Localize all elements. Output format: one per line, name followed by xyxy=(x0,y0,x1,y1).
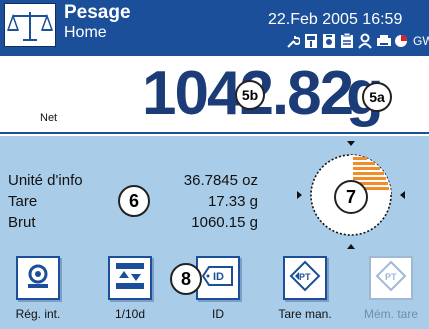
title-bar: Pesage Home 22.Feb 2005 16:59 GWP xyxy=(0,0,429,56)
tare-memory-icon: PT xyxy=(375,260,407,297)
status-bar: GWP xyxy=(286,32,429,49)
info-label-gross: Brut xyxy=(8,214,36,231)
user-profile-name[interactable]: Home xyxy=(64,23,107,43)
date-time: 22.Feb 2005 16:59 xyxy=(268,11,403,28)
resolution-button[interactable] xyxy=(108,256,152,300)
info-label-tare: Tare xyxy=(8,193,38,210)
id-tag-icon: ID xyxy=(201,264,235,293)
callout-5b: 5b xyxy=(235,80,265,110)
info-value-tare: 17.33 g xyxy=(207,193,258,210)
id-label: ID xyxy=(212,307,224,321)
internal-adjust-icon xyxy=(23,261,53,296)
callout-6: 6 xyxy=(118,185,150,217)
svg-text:PT: PT xyxy=(299,272,311,282)
callout-7: 7 xyxy=(334,180,368,214)
user-icon xyxy=(358,33,372,49)
tare-memory-button[interactable]: PT xyxy=(369,256,413,300)
level-icon xyxy=(304,33,318,49)
resolution-icon xyxy=(114,261,146,296)
preset-tare-label: Tare man. xyxy=(278,307,332,321)
internal-adjust-button[interactable] xyxy=(16,256,60,300)
callout-5a: 5a xyxy=(362,82,392,112)
callout-8: 8 xyxy=(170,263,202,295)
preset-tare-icon: PT xyxy=(289,260,321,297)
resolution-label: 1/10d xyxy=(114,307,146,321)
wrench-icon xyxy=(286,33,301,49)
calibration-icon xyxy=(322,33,336,49)
clipboard-icon xyxy=(340,32,354,49)
internal-adjust-label: Rég. int. xyxy=(15,307,61,321)
tare-memory-label: Mém. tare xyxy=(363,307,418,321)
softkey-bar: Rég. int. 1/10d ID ID PT Tare man. PT Mé… xyxy=(0,256,429,329)
id-button[interactable]: ID xyxy=(196,256,240,300)
svg-text:ID: ID xyxy=(213,271,224,283)
net-label: Net xyxy=(40,112,58,124)
info-label-unit: Unité d'info xyxy=(8,172,83,189)
gwp-badge: GWP xyxy=(413,34,429,48)
tolerance-icon xyxy=(394,33,408,49)
preset-tare-button[interactable]: PT xyxy=(283,256,327,300)
printer-icon xyxy=(376,33,391,49)
balance-scale-icon[interactable] xyxy=(4,3,56,47)
info-value-unit: 36.7845 oz xyxy=(183,172,258,189)
svg-text:PT: PT xyxy=(385,272,397,282)
info-value-gross: 1060.15 g xyxy=(191,214,258,231)
app-title[interactable]: Pesage xyxy=(64,2,131,24)
